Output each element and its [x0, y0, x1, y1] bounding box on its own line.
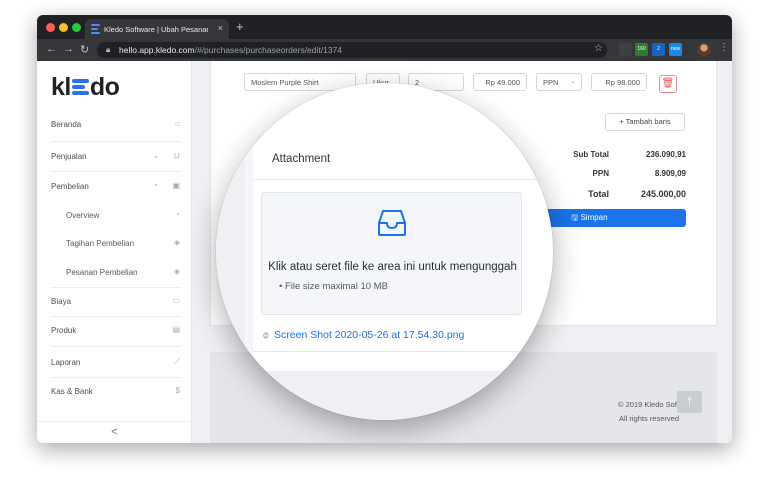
dollar-icon: $ — [175, 386, 180, 395]
address-bar[interactable]: 🔒︎ hello.app.kledo.com/#/purchases/purch… — [97, 42, 607, 58]
dropzone-hint: • File size maximal 10 MB — [279, 281, 388, 292]
magnifier-lens: Attachment Klik atau seret file ke area … — [216, 83, 553, 420]
divider — [51, 171, 181, 172]
lock-icon: 🔒︎ — [106, 45, 111, 54]
subtotal-label: Sub Total — [573, 150, 609, 159]
paperclip-icon: ⌀ — [260, 329, 272, 342]
reload-icon[interactable]: ↻ — [80, 43, 89, 56]
price-input[interactable]: Rp 49.000 — [473, 73, 527, 91]
maximize-window-button[interactable] — [72, 23, 81, 32]
browser-tab[interactable]: Kledo Software | Ubah Pesanan × — [85, 19, 229, 39]
chevron-down-icon: ⌄ — [570, 78, 576, 85]
browser-toolbar: ← → ↻ 🔒︎ hello.app.kledo.com/#/purchases… — [37, 39, 732, 61]
back-arrow-icon[interactable]: ← — [46, 43, 57, 55]
divider — [51, 316, 181, 317]
logo-e-icon — [71, 78, 89, 96]
new-tab-button[interactable]: + — [236, 19, 244, 34]
tag-icon: ◈ — [173, 238, 180, 247]
sidebar-item-beranda[interactable]: Beranda — [51, 120, 181, 129]
extension-new-icon[interactable]: new — [669, 43, 682, 56]
sidebar-item-produk[interactable]: Produk — [51, 326, 181, 335]
add-row-button[interactable]: + Tambah baris — [605, 113, 685, 131]
sidebar-item-kas-bank[interactable]: Kas & Bank — [51, 387, 181, 396]
collapse-sidebar-button[interactable]: < — [37, 421, 192, 443]
box-icon: ▤ — [172, 325, 180, 334]
extension-kv-icon[interactable]: 2 — [652, 43, 665, 56]
extension-icon[interactable] — [619, 43, 632, 56]
delete-row-button[interactable]: 🗑︎ — [659, 75, 677, 93]
home-icon: ⌂ — [175, 119, 180, 128]
sidebar-item-penjualan[interactable]: Penjualan — [51, 152, 181, 161]
tab-title: Kledo Software | Ubah Pesanan — [104, 25, 208, 34]
browser-menu-icon[interactable]: ⋮ — [719, 42, 729, 53]
browser-titlebar: Kledo Software | Ubah Pesanan × + — [37, 15, 732, 39]
tab-close-icon[interactable]: × — [218, 23, 223, 33]
basket-icon: ⊔ — [173, 151, 180, 160]
profile-avatar[interactable] — [697, 43, 711, 57]
tax-total-label: PPN — [592, 169, 609, 178]
attached-file-link[interactable]: ⌀ Screen Shot 2020-05-26 at 17.54.30.png — [260, 329, 464, 342]
url-text: hello.app.kledo.com/#/purchases/purchase… — [119, 45, 343, 55]
rights-text: All rights reserved — [618, 414, 679, 423]
upload-dropzone[interactable]: Klik atau seret file ke area ini untuk m… — [261, 192, 522, 315]
scroll-to-top-button[interactable]: ⤒ — [677, 391, 702, 413]
sidebar-item-pembelian[interactable]: Pembelian — [51, 182, 181, 191]
credit-card-icon: ▭ — [172, 296, 180, 305]
kledo-favicon-icon — [91, 24, 100, 34]
sidebar-item-overview[interactable]: Overview — [66, 211, 99, 220]
sidebar: kl do Beranda ⌂ Penjualan ⌄ ⊔ Pembelian ⌃… — [37, 61, 192, 443]
inbox-icon — [378, 210, 406, 236]
chevron-down-icon: ⌄ — [153, 153, 159, 160]
extension-counter-icon[interactable]: 160 — [635, 43, 648, 56]
amount-field: Rp 98.000 — [591, 73, 647, 91]
attachment-title: Attachment — [272, 153, 331, 165]
divider — [51, 346, 181, 347]
bookmark-star-icon[interactable]: ☆ — [594, 43, 603, 54]
kledo-logo[interactable]: kl do — [51, 73, 120, 102]
arrow-up-icon: ⤒ — [687, 396, 692, 408]
subtotal-value: 236.090,91 — [645, 150, 686, 159]
browser-window: Kledo Software | Ubah Pesanan × + ← → ↻ … — [37, 15, 732, 443]
dropzone-text: Klik atau seret file ke area ini untuk m… — [268, 261, 517, 273]
sidebar-item-laporan[interactable]: Laporan — [51, 358, 181, 367]
divider — [51, 287, 181, 288]
sidebar-item-biaya[interactable]: Biaya — [51, 297, 181, 306]
divider — [51, 141, 181, 142]
bag-icon: ▣ — [172, 181, 180, 190]
close-window-button[interactable] — [46, 23, 55, 32]
tag-icon: ◈ — [173, 267, 180, 276]
minimize-window-button[interactable] — [59, 23, 68, 32]
pie-chart-icon: ◔ — [175, 210, 180, 219]
trash-icon: 🗑︎ — [661, 78, 675, 89]
divider — [51, 377, 181, 378]
tax-select[interactable]: PPN ⌄ — [536, 73, 582, 91]
forward-arrow-icon[interactable]: → — [63, 43, 74, 55]
copyright-text: © 2019 Kledo Soft — [618, 400, 679, 409]
sidebar-item-pesanan-pembelian[interactable]: Pesanan Pembelian — [66, 268, 138, 277]
total-value: 245.000,00 — [640, 189, 686, 199]
line-chart-icon: ⟋ — [174, 357, 180, 366]
chevron-up-icon: ⌃ — [153, 184, 159, 191]
tax-total-value: 8.909,09 — [654, 169, 686, 178]
total-label: Total — [588, 189, 609, 199]
sidebar-item-tagihan-pembelian[interactable]: Tagihan Pembelian — [66, 239, 134, 248]
